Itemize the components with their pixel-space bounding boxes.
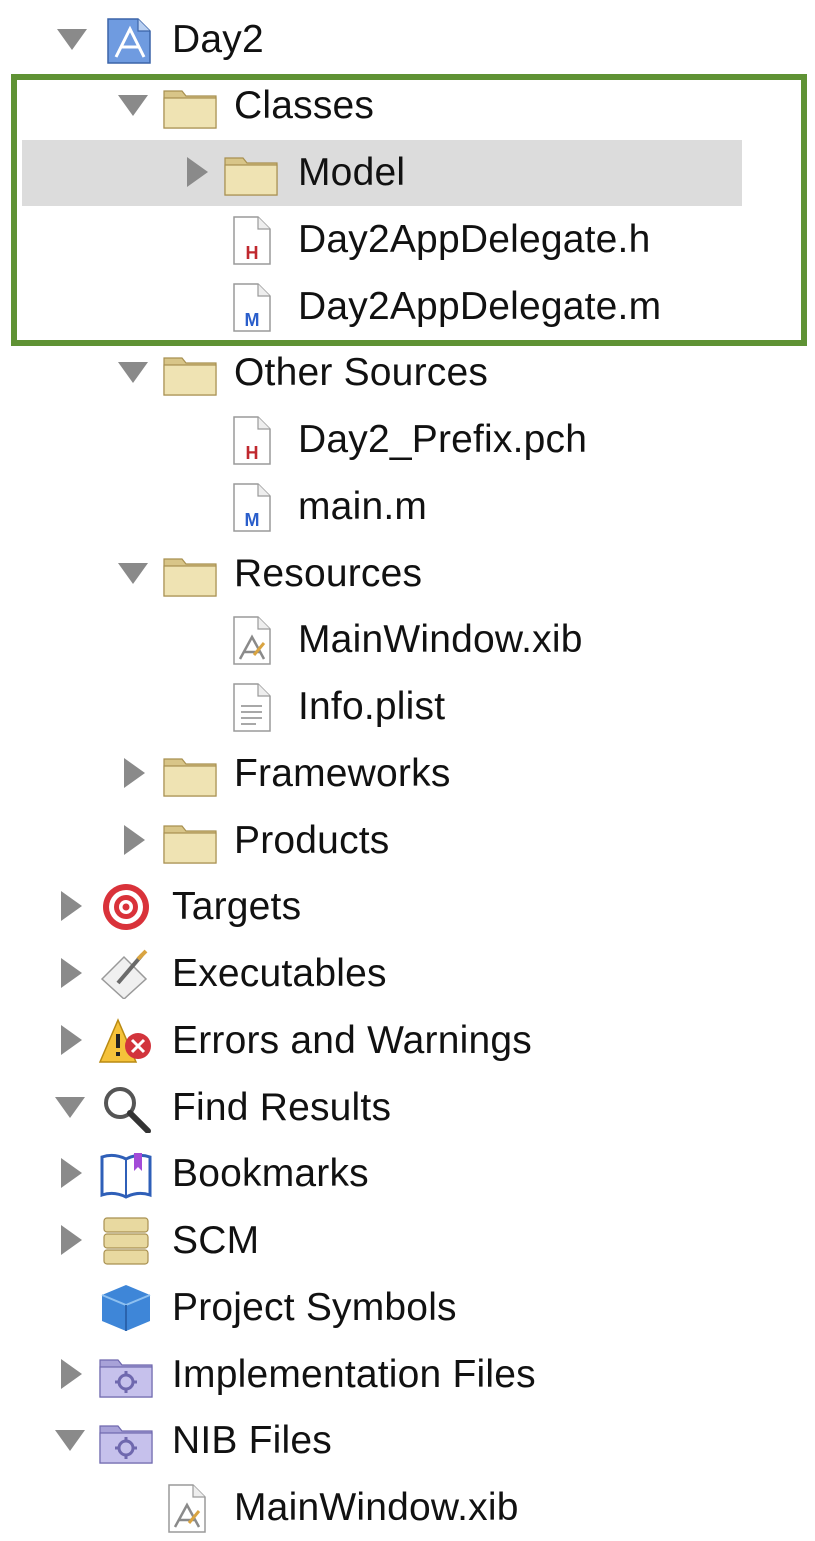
executables-icon bbox=[98, 949, 154, 1001]
disclosure-collapsed-icon[interactable] bbox=[61, 1158, 82, 1188]
annotation-highlight-box bbox=[11, 74, 807, 346]
target-icon bbox=[98, 882, 154, 932]
warning-icon bbox=[98, 1016, 154, 1066]
tree-row-info-plist[interactable]: Info.plist bbox=[0, 674, 815, 740]
disclosure-collapsed-icon[interactable] bbox=[61, 1359, 82, 1389]
tree-row-products[interactable]: Products bbox=[0, 808, 815, 874]
disclosure-collapsed-icon[interactable] bbox=[61, 1225, 82, 1255]
disclosure-collapsed-icon[interactable] bbox=[61, 891, 82, 921]
svg-text:M: M bbox=[245, 510, 260, 530]
tree-item-label: Targets bbox=[172, 885, 302, 928]
magnifier-icon bbox=[98, 1083, 154, 1134]
bookmarks-icon bbox=[98, 1149, 154, 1199]
disclosure-collapsed-icon[interactable] bbox=[61, 958, 82, 988]
disclosure-collapsed-icon[interactable] bbox=[61, 1025, 82, 1055]
tree-row-mainwindow-xib[interactable]: MainWindow.xib bbox=[0, 607, 815, 673]
implementation-file-icon: M bbox=[228, 482, 284, 532]
tree-row-errors-and-warnings[interactable]: Errors and Warnings bbox=[0, 1008, 815, 1074]
tree-row-implementation-files[interactable]: Implementation Files bbox=[0, 1342, 815, 1408]
tree-item-label: Executables bbox=[172, 952, 387, 995]
tree-row-project-symbols[interactable]: Project Symbols bbox=[0, 1275, 815, 1341]
tree-item-label: Find Results bbox=[172, 1086, 392, 1129]
header-file-icon: H bbox=[228, 415, 284, 465]
xib-file-icon bbox=[228, 615, 284, 665]
folder-icon bbox=[162, 549, 218, 599]
tree-row-targets[interactable]: Targets bbox=[0, 874, 815, 940]
tree-item-label: Other Sources bbox=[234, 351, 489, 394]
tree-item-label: MainWindow.xib bbox=[298, 618, 583, 661]
plist-file-icon bbox=[228, 682, 284, 732]
tree-item-label: MainWindow.xib bbox=[234, 1486, 519, 1529]
tree-row-day2-prefix-pch[interactable]: H Day2_Prefix.pch bbox=[0, 407, 815, 473]
smart-group-icon bbox=[98, 1416, 154, 1466]
tree-item-label: Products bbox=[234, 819, 390, 862]
tree-row-scm[interactable]: SCM bbox=[0, 1208, 815, 1274]
tree-row-nib-mainwindow-xib[interactable]: MainWindow.xib bbox=[0, 1475, 815, 1541]
xib-file-icon bbox=[163, 1483, 219, 1533]
cube-icon bbox=[98, 1283, 154, 1333]
folder-icon bbox=[162, 749, 218, 799]
tree-row-main-m[interactable]: M main.m bbox=[0, 474, 815, 540]
disclosure-expanded-icon[interactable] bbox=[118, 563, 148, 584]
tree-item-label: Info.plist bbox=[298, 685, 446, 728]
tree-item-label: Bookmarks bbox=[172, 1152, 369, 1195]
tree-item-label: SCM bbox=[172, 1219, 260, 1262]
tree-row-bookmarks[interactable]: Bookmarks bbox=[0, 1141, 815, 1207]
tree-item-label: Project Symbols bbox=[172, 1286, 457, 1329]
disclosure-expanded-icon[interactable] bbox=[55, 1097, 85, 1118]
xcode-project-icon bbox=[102, 15, 158, 65]
scm-icon bbox=[98, 1216, 154, 1266]
tree-row-nib-files[interactable]: NIB Files bbox=[0, 1408, 815, 1474]
disclosure-expanded-icon[interactable] bbox=[57, 29, 87, 50]
tree-item-label: Errors and Warnings bbox=[172, 1019, 532, 1062]
tree-item-label: Frameworks bbox=[234, 752, 451, 795]
tree-item-label: main.m bbox=[298, 485, 428, 528]
tree-row-resources[interactable]: Resources bbox=[0, 541, 815, 607]
disclosure-collapsed-icon[interactable] bbox=[124, 758, 145, 788]
tree-row-executables[interactable]: Executables bbox=[0, 941, 815, 1007]
smart-group-icon bbox=[98, 1350, 154, 1400]
disclosure-expanded-icon[interactable] bbox=[55, 1430, 85, 1451]
svg-text:H: H bbox=[246, 443, 259, 463]
folder-icon bbox=[162, 816, 218, 866]
tree-row-find-results[interactable]: Find Results bbox=[0, 1075, 815, 1141]
tree-item-label: NIB Files bbox=[172, 1419, 332, 1462]
tree-row-other-sources[interactable]: Other Sources bbox=[0, 340, 815, 406]
tree-row-day2[interactable]: Day2 bbox=[0, 7, 815, 73]
folder-icon bbox=[162, 348, 218, 398]
tree-item-label: Day2 bbox=[172, 18, 264, 61]
tree-row-frameworks[interactable]: Frameworks bbox=[0, 741, 815, 807]
tree-item-label: Day2_Prefix.pch bbox=[298, 418, 588, 461]
tree-item-label: Resources bbox=[234, 552, 423, 595]
tree-item-label: Implementation Files bbox=[172, 1353, 536, 1396]
disclosure-expanded-icon[interactable] bbox=[118, 362, 148, 383]
disclosure-collapsed-icon[interactable] bbox=[124, 825, 145, 855]
